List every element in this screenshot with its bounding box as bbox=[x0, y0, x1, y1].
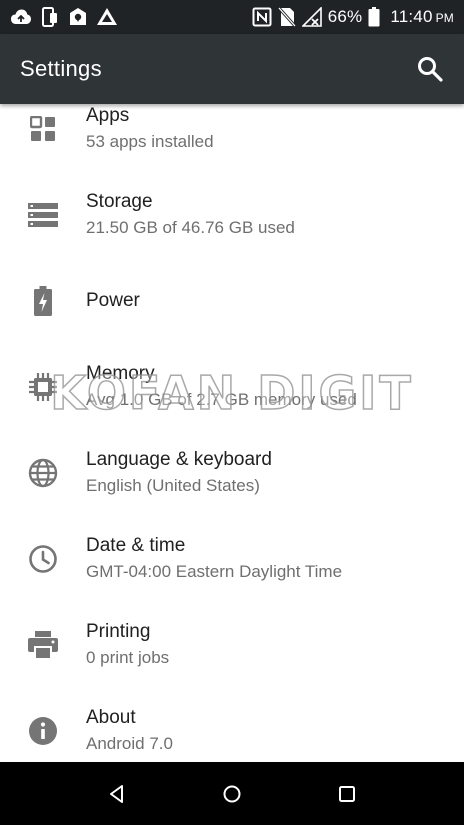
clock-icon bbox=[0, 516, 86, 602]
globe-icon bbox=[0, 430, 86, 516]
apps-icon bbox=[0, 104, 86, 172]
settings-item-subtitle: 21.50 GB of 46.76 GB used bbox=[86, 218, 295, 237]
notification-icons bbox=[10, 7, 118, 27]
settings-item-subtitle: Android 7.0 bbox=[86, 734, 173, 753]
search-icon bbox=[418, 57, 443, 82]
home-icon bbox=[223, 785, 241, 802]
recents-button[interactable] bbox=[323, 770, 371, 818]
settings-item-subtitle: 0 print jobs bbox=[86, 648, 170, 667]
settings-item-title: Printing bbox=[86, 621, 151, 642]
nfc-icon bbox=[252, 7, 272, 27]
back-button[interactable] bbox=[93, 770, 141, 818]
system-status: 66% 11:40 PM bbox=[252, 7, 454, 27]
info-icon bbox=[0, 688, 86, 762]
recents-icon bbox=[338, 785, 355, 802]
settings-item-title: Storage bbox=[86, 191, 153, 212]
memory-icon bbox=[0, 344, 86, 430]
settings-item-apps[interactable]: Apps 53 apps installed bbox=[0, 104, 464, 172]
printer-icon bbox=[0, 602, 86, 688]
settings-item-subtitle: GMT-04:00 Eastern Daylight Time bbox=[86, 562, 343, 581]
settings-item-subtitle: 53 apps installed bbox=[86, 132, 214, 151]
settings-item-title: Memory bbox=[86, 363, 155, 384]
home-button[interactable] bbox=[208, 770, 256, 818]
back-icon bbox=[110, 784, 124, 803]
settings-item-date-time[interactable]: Date & time GMT-04:00 Eastern Daylight T… bbox=[0, 516, 464, 602]
no-signal-icon bbox=[301, 7, 322, 27]
settings-item-title: Apps bbox=[86, 105, 130, 126]
storage-icon bbox=[0, 172, 86, 258]
app-bar: Settings bbox=[0, 34, 464, 104]
clock-ampm: PM bbox=[435, 11, 454, 25]
battery-icon bbox=[368, 7, 380, 27]
page-title: Settings bbox=[20, 56, 102, 81]
drive-icon bbox=[96, 7, 118, 27]
settings-item-subtitle: English (United States) bbox=[86, 476, 260, 495]
cloud-upload-icon bbox=[10, 8, 32, 26]
settings-item-memory[interactable]: Memory Avg 1.0 GB of 2.7 GB memory used bbox=[0, 344, 464, 430]
settings-item-subtitle: Avg 1.0 GB of 2.7 GB memory used bbox=[86, 390, 357, 409]
battery-charging-icon bbox=[0, 258, 86, 344]
battery-percentage: 66% bbox=[327, 7, 363, 26]
location-pin-icon bbox=[68, 7, 88, 27]
search-button[interactable] bbox=[414, 53, 446, 85]
clock-time: 11:40 bbox=[390, 7, 433, 26]
status-bar: 66% 11:40 PM bbox=[0, 0, 464, 34]
settings-item-title: Power bbox=[86, 290, 140, 311]
settings-list[interactable]: Apps 53 apps installed Storage 21.50 GB … bbox=[0, 104, 464, 762]
settings-item-title: Language & keyboard bbox=[86, 449, 272, 470]
settings-item-about[interactable]: About Android 7.0 bbox=[0, 688, 464, 762]
settings-item-language-keyboard[interactable]: Language & keyboard English (United Stat… bbox=[0, 430, 464, 516]
phone-link-icon bbox=[40, 7, 60, 27]
settings-item-power[interactable]: Power bbox=[0, 258, 464, 344]
settings-item-title: About bbox=[86, 707, 136, 728]
no-sim-icon bbox=[277, 7, 296, 27]
settings-item-title: Date & time bbox=[86, 535, 186, 556]
settings-item-storage[interactable]: Storage 21.50 GB of 46.76 GB used bbox=[0, 172, 464, 258]
clock: 11:40 PM bbox=[390, 7, 454, 27]
settings-item-printing[interactable]: Printing 0 print jobs bbox=[0, 602, 464, 688]
navigation-bar bbox=[0, 762, 464, 825]
